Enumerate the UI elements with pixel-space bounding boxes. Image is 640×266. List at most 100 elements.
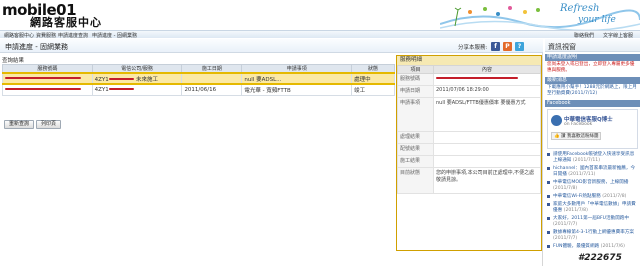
breadcrumb-item-progress[interactable]: 申請進度查詢 bbox=[58, 32, 88, 39]
col-header-status: 狀態 bbox=[351, 64, 395, 74]
detail-key: 施工結果 bbox=[397, 155, 434, 168]
section-label: 查詢結果 bbox=[2, 58, 25, 64]
table-row-selected[interactable]: 4ZY1 未來施工 null 要ADSL... 處理中 bbox=[2, 72, 395, 85]
fb-news-date: (2011/7/8) bbox=[602, 194, 627, 199]
cell-service: 4ZY1 bbox=[91, 83, 183, 96]
fb-news-text: FUN體驗，最優質網路 bbox=[553, 244, 600, 249]
fb-news-item[interactable]: 請使用Facebook帳號登入快速享受訊息上線通知 (2011/7/11) bbox=[545, 151, 640, 165]
fb-news-text: 大家好，2011第一屆BFU活動開跑中 bbox=[553, 216, 629, 221]
banner-text-your-life: your life bbox=[578, 15, 616, 25]
online-chat-link[interactable]: 文字線上客服 bbox=[603, 32, 633, 39]
facebook-share-icon[interactable]: f bbox=[491, 42, 500, 51]
facebook-icon bbox=[547, 195, 550, 198]
redacted-mark bbox=[5, 77, 82, 79]
redacted-mark bbox=[5, 88, 82, 91]
detail-key: 目前狀態 bbox=[397, 167, 434, 194]
sidebar-notice-head: 申請進度說明 bbox=[545, 54, 640, 61]
plurk-share-icon[interactable]: P bbox=[503, 42, 512, 51]
redacted-mark bbox=[108, 88, 135, 91]
cell-service-note: 未來施工 bbox=[135, 76, 158, 83]
facebook-icon bbox=[547, 181, 550, 184]
cell-service: 4ZY1 未來施工 bbox=[91, 72, 183, 85]
header: mobile01 網路客服中心 Refresh your life bbox=[0, 0, 640, 30]
service-detail-panel: 服務明細 項目 內容 服務號碼 申請日期 2011/07/06 18:29:00 … bbox=[396, 55, 542, 251]
detail-value bbox=[433, 155, 541, 168]
facebook-icon bbox=[547, 153, 550, 156]
avatar bbox=[551, 115, 562, 126]
fb-news-text: 中華電信MOD影音新服務，上線開播 bbox=[553, 180, 629, 185]
watermark-label: #222675 bbox=[578, 253, 622, 263]
fb-like-text: 我喜歡這粉絲團 bbox=[566, 134, 599, 139]
breadcrumb-item-home[interactable]: 網路客服中心 bbox=[4, 32, 34, 39]
col-header-service: 電信公司/服務 bbox=[91, 64, 183, 74]
facebook-icon bbox=[547, 203, 550, 206]
banner-text-refresh: Refresh bbox=[560, 3, 600, 14]
detail-col-content: 內容 bbox=[433, 65, 541, 74]
fb-news-item[interactable]: 中華電信Wi-Fi熱點服務 (2011/7/8) bbox=[545, 193, 640, 201]
redacted-mark bbox=[436, 76, 518, 79]
sidebar-promo-text[interactable]: 下載應用小幫手！1288元於網路上，限上月至行動資費(2011/7/12) bbox=[545, 84, 640, 98]
title-bar: 申請進度 - 固網業務 分享本服務: f P ? bbox=[0, 39, 543, 53]
results-table: 服務號碼 電信公司/服務 施工日期 申請事項 狀態 4ZY1 未來施工 null… bbox=[2, 64, 395, 96]
breadcrumb-item-services[interactable]: 資費服務 bbox=[36, 32, 56, 39]
detail-value bbox=[433, 143, 541, 156]
facebook-icon bbox=[547, 245, 550, 248]
facebook-icon bbox=[547, 231, 550, 234]
detail-key: 申請日期 bbox=[397, 85, 434, 98]
detail-key: 配號結果 bbox=[397, 143, 434, 156]
cell-date bbox=[181, 72, 243, 85]
fb-news-date: (2011/7/11) bbox=[568, 172, 596, 177]
redacted-mark bbox=[108, 78, 135, 80]
table-row[interactable]: 4ZY1 2011/06/16 電光華 - 寬頻FTTB 竣工 bbox=[2, 83, 395, 96]
fb-page-sub: on Facebook bbox=[564, 122, 593, 127]
facebook-widget: 中華電信客服Q博士 on Facebook 👍 讚 我喜歡這粉絲團 bbox=[547, 109, 638, 149]
fb-news-item[interactable]: 中華電信MOD影音新服務，上線開播 (2011/7/8) bbox=[545, 179, 640, 193]
cell-item: null 要ADSL... bbox=[241, 72, 353, 85]
fb-news-item[interactable]: FUN體驗，最優質網路 (2011/7/6) bbox=[545, 243, 640, 251]
fb-like-button[interactable]: 👍 讚 我喜歡這粉絲團 bbox=[551, 132, 602, 140]
fb-news-date: (2011/7/7) bbox=[553, 222, 578, 227]
cell-item: 電光華 - 寬頻FTTB bbox=[241, 83, 353, 96]
sidebar-fb-head: Facebook bbox=[545, 100, 640, 107]
fb-news-item[interactable]: 家庭大多數用戶「中華電信數據」申請費優惠 (2011/7/8) bbox=[545, 201, 640, 215]
detail-table: 項目 內容 服務號碼 申請日期 2011/07/06 18:29:00 申請事項 n… bbox=[397, 65, 541, 194]
requery-button[interactable]: 重新查詢 bbox=[4, 120, 35, 129]
facebook-icon bbox=[547, 217, 550, 220]
fb-news-date: (2011/7/7) bbox=[553, 236, 578, 241]
col-header-date: 施工日期 bbox=[181, 64, 243, 74]
cell-status: 處理中 bbox=[351, 72, 395, 85]
cell-service-code: 4ZY1 bbox=[94, 86, 109, 93]
fb-news-text: 中華電信Wi-Fi熱點服務 bbox=[553, 194, 601, 199]
sidebar-notice-text[interactable]: 您尚未登入或已登出，立即登入專屬更多優惠與服務。 bbox=[545, 61, 640, 75]
detail-value bbox=[433, 131, 541, 144]
fb-news-item[interactable]: hichannel：國內首家串流最新推薦，今日開播 (2011/7/11) bbox=[545, 165, 640, 179]
contact-us-link[interactable]: 聯絡我們 bbox=[574, 32, 594, 39]
fb-news-item[interactable]: 數據專線第4-3-1行動上網優惠費率方案 (2011/7/7) bbox=[545, 229, 640, 243]
fb-like-label: 讚 bbox=[561, 134, 566, 139]
col-header-item: 申請事項 bbox=[241, 64, 353, 74]
cell-number bbox=[2, 72, 93, 85]
fb-news-date: (2011/7/6) bbox=[600, 244, 625, 249]
breadcrumb-item-current: 申請進度 - 固網業務 bbox=[92, 33, 137, 39]
detail-value: 您的申辦事項,本公司目前正處理中,不便之處敬請見諒。 bbox=[433, 167, 541, 194]
cell-service-code: 4ZY1 bbox=[94, 76, 109, 83]
detail-col-item: 項目 bbox=[397, 65, 434, 74]
main-panel: 申請進度 - 固網業務 分享本服務: f P ? 查詢結果 服務號碼 電信公司/… bbox=[0, 39, 543, 266]
detail-value: null 要ADSL/FTTB優惠價率 要優惠方式 bbox=[433, 97, 541, 132]
print-button[interactable]: 列印頁 bbox=[36, 120, 62, 129]
facebook-icon bbox=[547, 167, 550, 170]
fb-news-date: (2011/7/11) bbox=[572, 158, 600, 163]
thumbs-up-icon: 👍 bbox=[554, 134, 560, 139]
detail-value bbox=[433, 73, 541, 86]
help-icon[interactable]: ? bbox=[515, 42, 524, 51]
fb-news-text: 數據專線第4-3-1行動上網優惠費率方案 bbox=[553, 230, 634, 235]
share-label: 分享本服務: bbox=[458, 45, 488, 51]
cell-date: 2011/06/16 bbox=[181, 83, 243, 96]
detail-key: 申請事項 bbox=[397, 97, 434, 132]
info-sidebar: 資訊視窗 申請進度說明 您尚未登入或已登出，立即登入專屬更多優惠與服務。 最新消… bbox=[545, 39, 640, 266]
breadcrumb: 網路客服中心 資費服務 申請進度查詢 申請進度 - 固網業務 聯絡我們 文字線上… bbox=[0, 30, 640, 39]
detail-key: 服務號碼 bbox=[397, 73, 434, 86]
logo-subtitle: 網路客服中心 bbox=[30, 16, 102, 29]
fb-news-item[interactable]: 大家好，2011第一屆BFU活動開跑中 (2011/7/7) bbox=[545, 215, 640, 229]
detail-title: 服務明細 bbox=[397, 56, 541, 65]
